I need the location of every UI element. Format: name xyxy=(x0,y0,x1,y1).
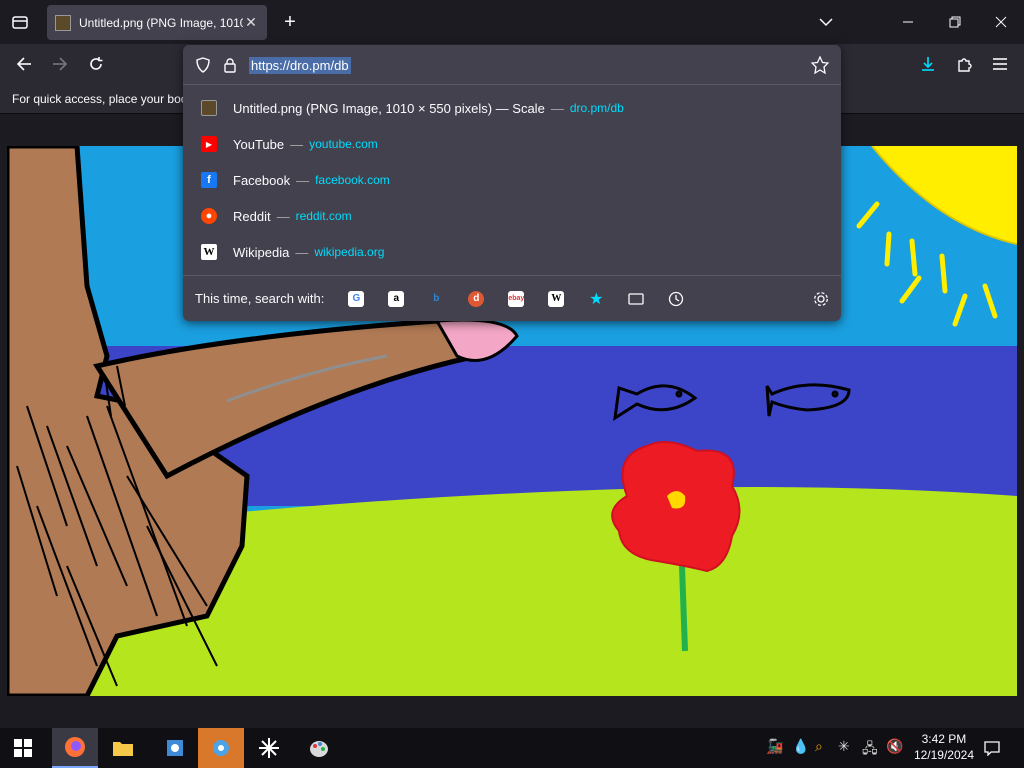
tab-list-icon xyxy=(12,16,28,29)
bing-icon[interactable]: b xyxy=(428,291,444,307)
taskbar-app-4[interactable] xyxy=(198,728,244,768)
suggestion-separator: — xyxy=(296,172,310,188)
downloads-button[interactable] xyxy=(916,52,940,76)
extensions-button[interactable] xyxy=(952,52,976,76)
lock-icon[interactable] xyxy=(223,57,237,78)
search-settings-gear-icon[interactable] xyxy=(813,291,829,307)
tray-volume-muted-icon[interactable]: 🔇 xyxy=(886,738,903,755)
minimize-button[interactable] xyxy=(896,10,920,34)
suggestion-title: Wikipedia xyxy=(233,244,290,260)
globe-app-icon xyxy=(213,740,229,756)
folder-icon xyxy=(113,742,133,756)
suggestion-title: Facebook xyxy=(233,172,291,188)
suggestion-item[interactable]: ● Reddit — reddit.com xyxy=(183,198,841,234)
bookmarks-hint: For quick access, place your boo xyxy=(12,92,188,106)
ebay-icon[interactable]: ebay xyxy=(508,290,525,307)
url-input-row: https://dro.pm/db xyxy=(183,45,841,85)
tab-active[interactable]: Untitled.png (PNG Image, 1010 ✕ xyxy=(47,5,267,40)
back-button[interactable] xyxy=(12,52,36,76)
search-with-label: This time, search with: xyxy=(195,291,325,306)
menu-button[interactable] xyxy=(988,52,1012,76)
tray-droplet-icon[interactable]: 💧 xyxy=(792,738,809,755)
firefox-icon xyxy=(65,737,85,757)
youtube-icon: ▶ xyxy=(201,136,217,152)
new-tab-button[interactable]: + xyxy=(278,10,302,34)
suggestion-item[interactable]: Untitled.png (PNG Image, 1010 × 550 pixe… xyxy=(183,90,841,126)
clock-date: 12/19/2024 xyxy=(913,748,974,762)
url-input[interactable]: https://dro.pm/db xyxy=(249,57,351,74)
suggestion-url: dro.pm/db xyxy=(569,101,624,115)
suggestion-separator: — xyxy=(276,208,290,224)
chevron-down-icon[interactable] xyxy=(814,10,838,34)
suggestion-title: Reddit xyxy=(233,208,271,224)
restore-button[interactable] xyxy=(943,10,967,34)
bookmarks-star-icon[interactable]: ★ xyxy=(588,291,604,308)
facebook-icon: f xyxy=(201,172,217,188)
suggestion-url: wikipedia.org xyxy=(314,245,385,259)
suggestion-separator: — xyxy=(295,244,309,260)
suggestion-item[interactable]: ▶ YouTube — youtube.com xyxy=(183,126,841,162)
suggestion-url: reddit.com xyxy=(295,209,352,223)
notification-center-button[interactable] xyxy=(980,736,1004,760)
image-file-icon xyxy=(55,14,71,31)
download-icon xyxy=(922,57,934,71)
suggestion-title: Untitled.png (PNG Image, 1010 × 550 pixe… xyxy=(233,100,545,116)
close-tab-icon[interactable]: ✕ xyxy=(243,14,259,31)
reload-icon xyxy=(90,57,103,70)
amazon-icon[interactable]: a xyxy=(388,290,405,307)
tabs-icon[interactable] xyxy=(628,291,644,307)
reload-button[interactable] xyxy=(84,52,108,76)
url-bar-popup: https://dro.pm/db Untitled.png (PNG Imag… xyxy=(183,45,841,321)
duckduckgo-icon[interactable]: d xyxy=(468,290,485,307)
system-clock[interactable]: 3:42 PM 12/19/2024 xyxy=(914,731,974,763)
google-icon[interactable]: G xyxy=(348,290,365,307)
taskbar-app-3[interactable] xyxy=(152,728,198,768)
forward-button[interactable] xyxy=(48,52,72,76)
taskbar-firefox[interactable] xyxy=(52,728,98,768)
taskbar-paint[interactable] xyxy=(296,728,342,768)
tab-title: Untitled.png (PNG Image, 1010 xyxy=(79,15,243,30)
snowflake-app-icon xyxy=(259,738,279,758)
history-icon[interactable] xyxy=(668,291,684,307)
wikipedia-icon: W xyxy=(201,244,217,260)
tracking-protection-icon[interactable] xyxy=(195,57,211,78)
tray-snowflake-icon[interactable]: ✳ xyxy=(838,738,850,755)
suggestion-title: YouTube xyxy=(233,136,285,152)
hamburger-icon xyxy=(993,58,1007,70)
tray-search-icon[interactable]: ⌕ xyxy=(815,738,823,755)
suggestion-separator: — xyxy=(290,136,304,152)
windows-logo-icon xyxy=(14,739,32,757)
taskbar-app-5[interactable] xyxy=(246,728,292,768)
reddit-icon: ● xyxy=(201,208,217,224)
close-window-button[interactable] xyxy=(989,10,1013,34)
start-button[interactable] xyxy=(0,728,46,768)
tray-network-icon[interactable]: 🖧 xyxy=(862,738,878,762)
tab-bar: Untitled.png (PNG Image, 1010 ✕ + xyxy=(0,0,1024,44)
suggestion-item[interactable]: f Facebook — facebook.com xyxy=(183,162,841,198)
paint-palette-icon xyxy=(310,741,328,757)
taskbar-file-explorer[interactable] xyxy=(100,728,146,768)
clock-time: 3:42 PM xyxy=(921,732,967,746)
list-all-tabs-button[interactable] xyxy=(8,10,32,34)
arrow-right-icon xyxy=(53,57,68,71)
windows-taskbar: 🚂 💧 ⌕ ✳ 🖧 🔇 3:42 PM 12/19/2024 xyxy=(0,728,1024,768)
image-file-icon xyxy=(201,100,217,116)
wikipedia-icon[interactable]: W xyxy=(548,290,565,307)
tray-app-icon[interactable]: 🚂 xyxy=(766,738,783,755)
suggestion-item[interactable]: W Wikipedia — wikipedia.org xyxy=(183,234,841,270)
bookmark-star-icon[interactable] xyxy=(810,55,830,79)
network-app-icon xyxy=(167,740,183,756)
puzzle-icon xyxy=(958,58,972,72)
search-engines-row: This time, search with: G a b d ebay W ★ xyxy=(183,275,841,321)
suggestion-separator: — xyxy=(550,100,564,116)
suggestion-url: youtube.com xyxy=(309,137,378,151)
arrow-left-icon xyxy=(16,57,31,71)
notification-icon xyxy=(984,741,1000,756)
suggestion-url: facebook.com xyxy=(315,173,390,187)
